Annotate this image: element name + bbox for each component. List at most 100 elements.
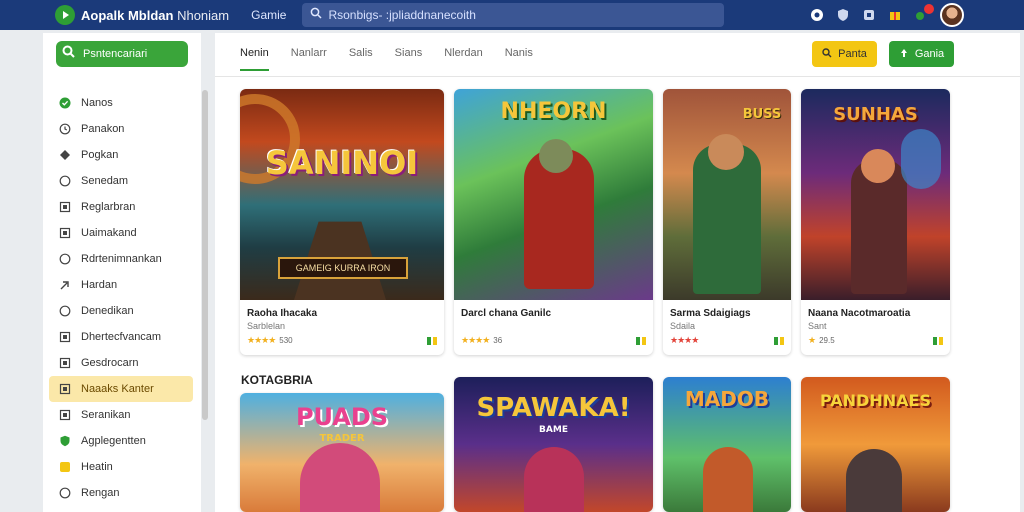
sidebar-item-naaaks-kanter[interactable]: Naaaks Kanter: [49, 376, 193, 402]
sidebar-item-dhertecfvancam[interactable]: Dhertecfvancam: [49, 324, 193, 350]
tab-salis[interactable]: Salis: [349, 43, 373, 71]
game-title: Sarma Sdaigiags: [670, 308, 751, 319]
green-action-button[interactable]: Gania: [889, 41, 954, 67]
app-title: Aopalk Mbldan Nhoniam: [81, 7, 230, 23]
sidebar-item-rdrtenimnankan[interactable]: Rdrtenimnankan: [49, 246, 193, 272]
logo-icon: [55, 5, 75, 25]
sidebar-item-label: Uaimakand: [81, 227, 137, 239]
cover-subtitle: BAME: [539, 425, 568, 435]
game-card[interactable]: SPAWAKA! BAME: [454, 377, 653, 512]
sidebar-item-hardan[interactable]: Hardan: [49, 272, 193, 298]
sidebar-item-label: Pogkan: [81, 149, 119, 161]
download-icon[interactable]: [933, 337, 943, 345]
sidebar-item-panakon[interactable]: Panakon: [49, 116, 193, 142]
square-icon: [59, 383, 71, 395]
sidebar-item-label: Naaaks Kanter: [81, 383, 154, 395]
circle-icon: [59, 253, 71, 265]
section-title: KOTAGBRIA: [241, 373, 313, 387]
grid-icon[interactable]: [862, 8, 876, 22]
game-card[interactable]: BUSS Sarma Sdaigiags Sdaila ★★★★: [663, 89, 791, 355]
sidebar-item-nanos[interactable]: Nanos: [49, 90, 193, 116]
game-cover: PUADS TRADER: [240, 393, 444, 512]
sidebar-item-label: Rengan: [81, 487, 120, 499]
game-subtitle: Sdaila: [670, 321, 696, 331]
sidebar-item-denedikan[interactable]: Denedikan: [49, 298, 193, 324]
game-subtitle: Sant: [808, 321, 827, 331]
game-rating: ★★★★ 530: [247, 335, 293, 345]
game-cover: SANINOI GAMEIG KURRA IRON: [240, 89, 444, 300]
cover-title: SPAWAKA!: [476, 393, 631, 423]
tab-sians[interactable]: Sians: [395, 43, 423, 71]
star-rating-icon: ★★★★: [461, 335, 490, 345]
divider: [215, 76, 1020, 77]
sidebar-item-rengan[interactable]: Rengan: [49, 480, 193, 506]
square-icon: [59, 357, 71, 369]
square-icon: [59, 409, 71, 421]
gamepad-icon: [899, 48, 909, 61]
shield-icon[interactable]: [836, 8, 850, 22]
sidebar-search-label: Psntencariari: [83, 48, 148, 60]
nav-link-games[interactable]: Gamie: [251, 8, 286, 22]
sidebar: Psntencariari Nanos Panakon Pogkan Senedam R…: [43, 33, 201, 512]
sidebar-item-pogkan[interactable]: Pogkan: [49, 142, 193, 168]
sidebar-search-button[interactable]: Psntencariari: [56, 41, 188, 67]
game-card[interactable]: PANDHNAES: [801, 377, 950, 512]
tab-nlerdan[interactable]: Nlerdan: [444, 43, 483, 71]
download-icon[interactable]: [636, 337, 646, 345]
square-icon: [59, 201, 71, 213]
cover-title: BUSS: [742, 107, 782, 122]
search-bar[interactable]: [302, 3, 725, 27]
game-title: Raoha Ihacaka: [247, 308, 318, 319]
game-card[interactable]: NHEORN Darcl chana Ganilc ★★★★ 36: [454, 89, 653, 355]
sidebar-item-reglarbran[interactable]: Reglarbran: [49, 194, 193, 220]
sidebar-item-agplegentten[interactable]: Agplegentten: [49, 428, 193, 454]
sidebar-item-seranikan[interactable]: Seranikan: [49, 402, 193, 428]
cover-subtitle: TRADER: [319, 433, 365, 444]
sidebar-item-gesdrocarn[interactable]: Gesdrocarn: [49, 350, 193, 376]
download-icon[interactable]: [774, 337, 784, 345]
circle-icon: [59, 487, 71, 499]
game-card[interactable]: SANINOI GAMEIG KURRA IRON Raoha Ihacaka …: [240, 89, 444, 355]
sidebar-item-label: Heatin: [81, 461, 113, 473]
download-icon[interactable]: [427, 337, 437, 345]
sidebar-item-label: Seranikan: [81, 409, 131, 421]
sidebar-item-label: Denedikan: [81, 305, 134, 317]
star-rating-icon: ★★★★: [670, 335, 699, 345]
notification-icon[interactable]: [914, 4, 934, 22]
square-icon: [59, 331, 71, 343]
search-input[interactable]: [328, 8, 709, 22]
search-icon: [62, 45, 75, 63]
sidebar-scrollbar[interactable]: [202, 90, 208, 420]
game-rating: ★★★★: [670, 335, 702, 346]
circle-icon: [59, 305, 71, 317]
game-card[interactable]: PUADS TRADER: [240, 393, 444, 512]
game-cover: SPAWAKA! BAME: [454, 377, 653, 512]
sidebar-item-senedam[interactable]: Senedam: [49, 168, 193, 194]
square-icon: [59, 227, 71, 239]
tab-nanis[interactable]: Nanis: [505, 43, 533, 71]
yellow-action-button[interactable]: Panta: [812, 41, 877, 67]
gift-icon[interactable]: [888, 8, 902, 22]
avatar[interactable]: [940, 3, 964, 27]
main-content: Nenin Nanlarr Salis Sians Nlerdan Nanis Panta…: [215, 33, 1020, 512]
game-card[interactable]: SUNHAS Naana Nacotmaroatia Sant ★ 29.5: [801, 89, 950, 355]
sidebar-item-label: Senedam: [81, 175, 129, 187]
top-bar: Aopalk Mbldan Nhoniam Gamie: [0, 0, 1024, 30]
app-logo[interactable]: Aopalk Mbldan Nhoniam: [55, 5, 229, 25]
sidebar-item-label: Hardan: [81, 279, 118, 291]
clock-icon: [59, 123, 71, 135]
sidebar-item-heatin[interactable]: Heatin: [49, 454, 193, 480]
game-cover: BUSS: [663, 89, 791, 300]
game-cover: PANDHNAES: [801, 377, 950, 512]
circle-icon: [59, 175, 71, 187]
game-cover: NHEORN: [454, 89, 653, 300]
tab-nenin[interactable]: Nenin: [240, 43, 269, 71]
check-circle-icon: [59, 97, 71, 109]
gamepad-icon[interactable]: [810, 8, 824, 22]
sidebar-menu: Nanos Panakon Pogkan Senedam Reglarbran Uaima…: [49, 90, 193, 506]
sidebar-item-uaimakand[interactable]: Uaimakand: [49, 220, 193, 246]
tab-nanlarr[interactable]: Nanlarr: [291, 43, 327, 71]
game-card[interactable]: MADOB: [663, 377, 791, 512]
sidebar-item-label: Panakon: [81, 123, 125, 135]
game-title: Darcl chana Ganilc: [461, 308, 552, 319]
